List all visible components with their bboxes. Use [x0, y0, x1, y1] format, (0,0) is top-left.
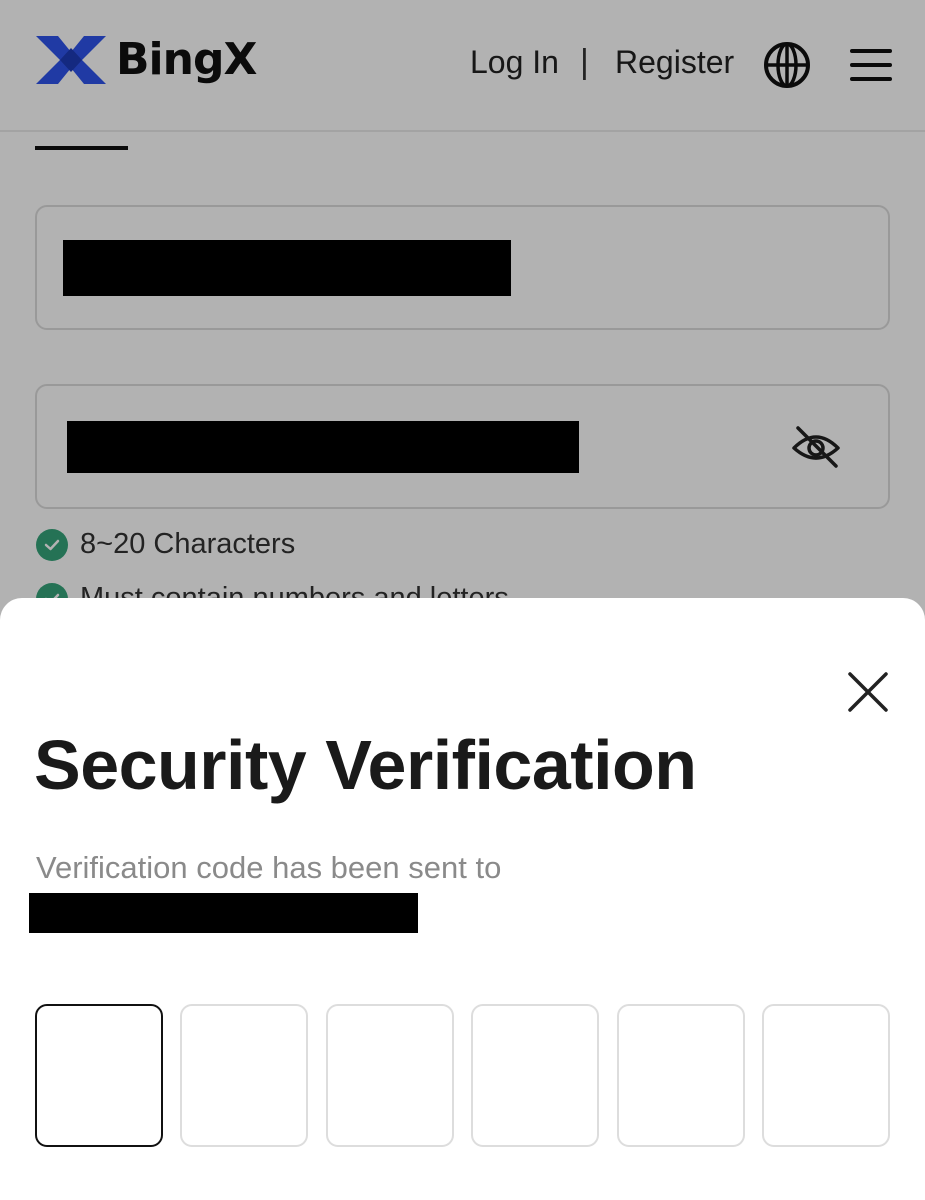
code-digit-box[interactable] — [762, 1004, 890, 1147]
code-digit-box[interactable] — [180, 1004, 308, 1147]
destination-redacted — [29, 893, 418, 933]
code-digit-box[interactable] — [326, 1004, 454, 1147]
code-sent-message: Verification code has been sent to — [36, 850, 502, 885]
code-digit-box[interactable] — [35, 1004, 163, 1147]
verification-code-input — [35, 1004, 890, 1147]
close-icon[interactable] — [846, 670, 890, 714]
code-digit-box[interactable] — [617, 1004, 745, 1147]
security-verification-sheet: Security Verification Verification code … — [0, 598, 925, 1200]
sheet-title: Security Verification — [34, 726, 697, 804]
code-digit-box[interactable] — [471, 1004, 599, 1147]
page: BingX Log In | Register 8~20 Characters … — [0, 0, 925, 1200]
